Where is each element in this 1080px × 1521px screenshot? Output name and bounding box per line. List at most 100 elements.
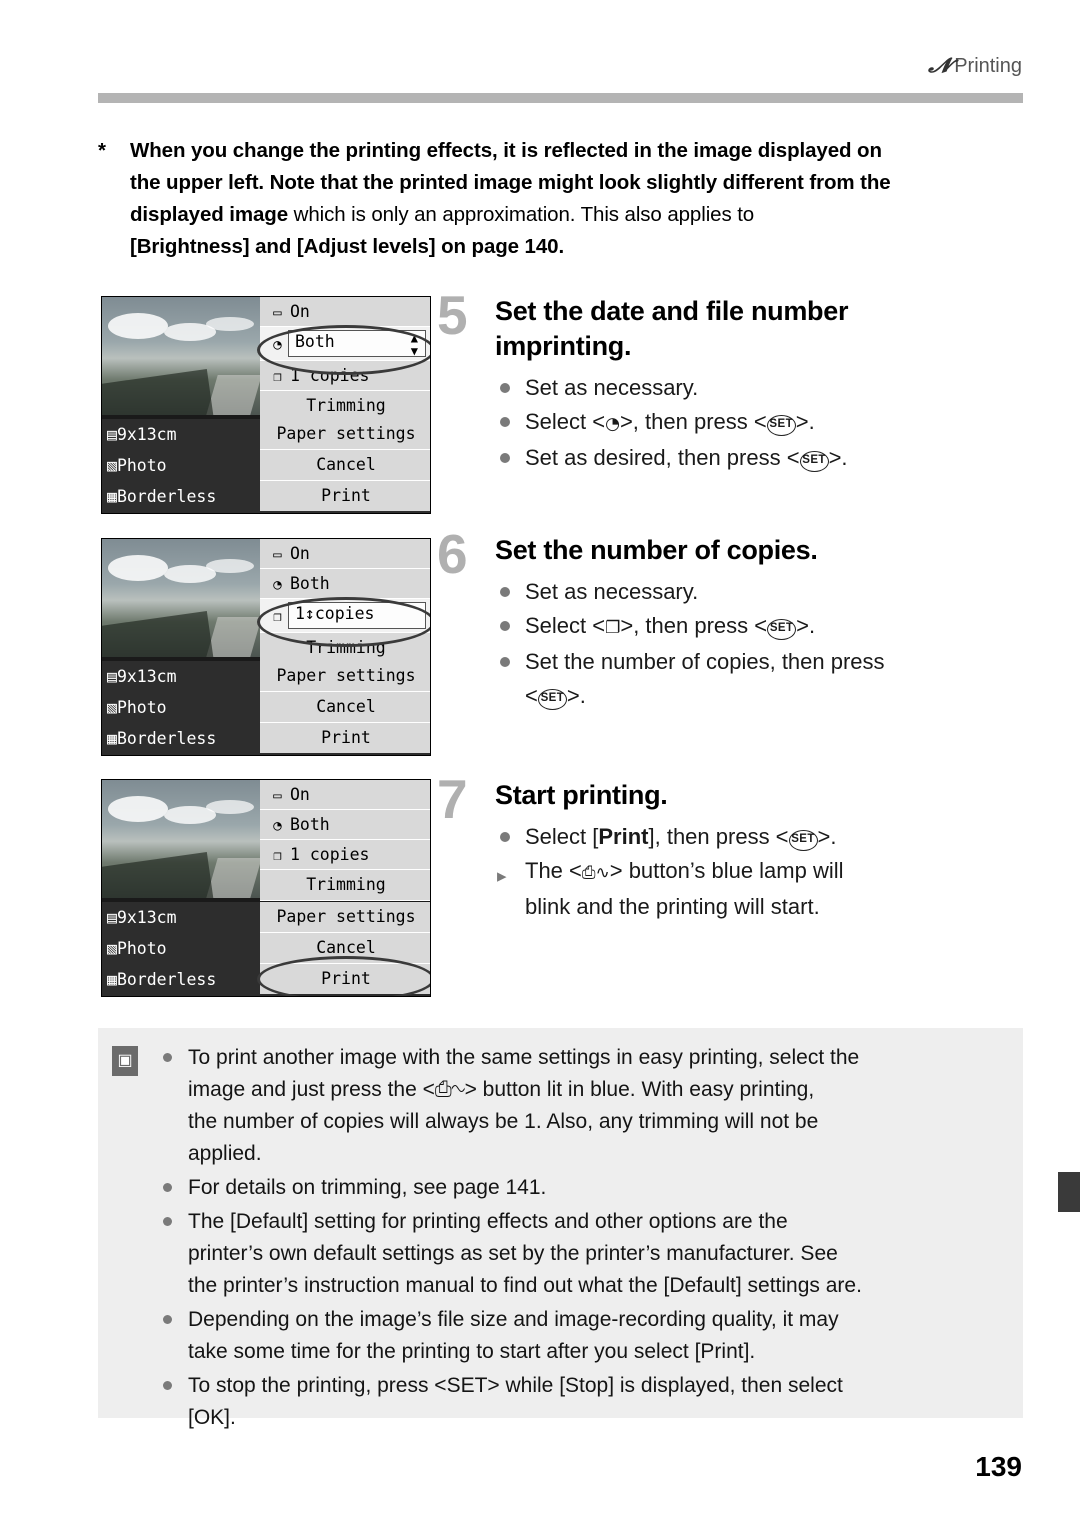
step-7-bullet-2-pre: The <	[525, 858, 582, 883]
copies-row[interactable]: ❐ 1 copies	[260, 840, 430, 870]
screen-top-area: ▭ On ◔ Both ❐ 1↕copies Trimming	[102, 539, 430, 664]
paper-type-icon: ▧	[107, 939, 117, 958]
set-button-icon: SET	[799, 451, 829, 472]
copies-value: 1 copies	[290, 845, 370, 864]
preview-photo	[102, 539, 260, 657]
step-7-title-line-1: Start printing.	[495, 780, 668, 810]
note-item-5-line-1: To stop the printing, press <SET> while …	[188, 1374, 843, 1397]
screen-date-file-number: ▭ On ◔ Both ▲ ▼ ❐ 1 copies Trimming ▤9x13cm…	[101, 296, 431, 514]
bullet-dot-icon	[500, 453, 510, 463]
bullet-dot-icon	[500, 621, 510, 631]
date-value: Both	[295, 332, 335, 351]
note-box: ▣ To print another image with the same s…	[98, 1028, 1023, 1429]
print-button[interactable]: Print	[260, 964, 430, 994]
step-5-number: 5	[437, 284, 468, 346]
step-5-bullet-3-post: >.	[828, 445, 848, 470]
paper-settings-button[interactable]: Paper settings	[260, 419, 430, 450]
page-layout-icon: ▦	[107, 487, 117, 506]
date-file-number-row[interactable]: ◔ Both	[260, 810, 430, 840]
cancel-button[interactable]: Cancel	[260, 450, 430, 481]
step-7-bullet-1-mid: ], then press <	[648, 824, 789, 849]
copies-row[interactable]: ❐ 1 copies	[260, 361, 430, 391]
date-file-number-row[interactable]: ◔ Both	[260, 569, 430, 599]
step-5-bullet-2-mid: >, then press <	[619, 409, 767, 434]
printing-effect-row[interactable]: ▭ On	[260, 297, 430, 327]
effect-value: On	[290, 785, 310, 804]
step-7-title: Start printing.	[495, 778, 1037, 813]
step-5-title-line-2: imprinting.	[495, 331, 632, 361]
bullet-dot-icon	[500, 587, 510, 597]
header-label: Printing	[954, 55, 1022, 77]
photo-road	[206, 617, 260, 657]
paper-size-label: 9x13cm	[116, 908, 177, 927]
photo-road	[206, 858, 260, 898]
print-button[interactable]: Print	[260, 723, 430, 753]
settings-rows: ▭ On ◔ Both ❐ 1 copies Trimming	[260, 780, 430, 901]
note-list: To print another image with the same set…	[160, 1042, 1003, 1436]
copies-row[interactable]: ❐ 1↕copies	[260, 599, 430, 633]
step-6-title: Set the number of copies.	[495, 533, 1037, 568]
intro-line-3-bold: displayed image	[130, 203, 289, 226]
step-7-bullets: Select [Print], then press < SET >. ▸ The …	[495, 821, 1037, 923]
step-6-bullet-3-cont-post: >.	[566, 683, 586, 708]
paper-size-info: ▤9x13cm	[102, 419, 260, 450]
bullet-dot-icon	[500, 832, 510, 842]
intro-line-1: When you change the printing effects, it…	[130, 139, 882, 162]
note-item-3-line-3: the printer’s instruction manual to find…	[188, 1274, 862, 1297]
date-file-number-row[interactable]: ◔ Both ▲ ▼	[260, 327, 430, 361]
step-5: 5 Set the date and file number imprintin…	[437, 288, 1037, 476]
trimming-button[interactable]: Trimming	[260, 633, 430, 664]
intro-asterisk: *	[98, 139, 106, 162]
copies-icon: ❐	[273, 369, 282, 385]
paper-type-info: ▧Photo	[102, 692, 260, 723]
step-6-bullet-1-text: Set as necessary.	[525, 579, 699, 604]
step-6-title-line-1: Set the number of copies.	[495, 535, 818, 565]
step-7-bullet-2-cont-text: blink and the printing will start.	[525, 894, 820, 919]
step-7: 7 Start printing. Select [Print], then p…	[437, 772, 1037, 925]
step-5-bullet-3: Set as desired, then press < SET >.	[495, 442, 1037, 474]
paper-settings-button[interactable]: Paper settings	[260, 902, 430, 933]
step-5-title-line-1: Set the date and file number	[495, 296, 849, 326]
bullet-dot-icon	[500, 417, 510, 427]
copies-icon: ❐	[273, 848, 282, 864]
cancel-button[interactable]: Cancel	[260, 692, 430, 723]
page-layout-info: ▦Borderless	[102, 723, 260, 754]
note-item-5-line-2: [OK].	[188, 1406, 236, 1429]
page-layout-label: Borderless	[116, 487, 217, 506]
paper-settings-button[interactable]: Paper settings	[260, 661, 430, 692]
arrow-right-icon: ▸	[497, 866, 507, 887]
set-button-icon: SET	[767, 619, 797, 640]
note-item-1-line-3: the number of copies will always be 1. A…	[188, 1110, 819, 1133]
print-button[interactable]: Print	[260, 481, 430, 511]
cancel-button[interactable]: Cancel	[260, 933, 430, 964]
bullet-dot-icon	[163, 1217, 172, 1226]
page-layout-info: ▦Borderless	[102, 481, 260, 512]
step-6-bullet-2: Select <❐>, then press < SET >.	[495, 610, 1037, 644]
printing-effect-row[interactable]: ▭ On	[260, 539, 430, 569]
paper-info: ▤9x13cm ▧Photo ▦Borderless	[102, 661, 260, 754]
settings-rows: ▭ On ◔ Both ▲ ▼ ❐ 1 copies Trimming	[260, 297, 430, 422]
trimming-button[interactable]: Trimming	[260, 870, 430, 901]
set-button-icon: SET	[766, 415, 796, 436]
note-item-1-line-2: image and just press the <⎙∿> button lit…	[188, 1078, 815, 1101]
note-icon: ▣	[112, 1046, 138, 1076]
step-7-bullet-1-pre: Select [	[525, 824, 599, 849]
screen-bottom-area: ▤9x13cm ▧Photo ▦Borderless Paper setting…	[102, 902, 430, 996]
note-item-2: For details on trimming, see page 141.	[160, 1172, 1003, 1204]
page-layout-info: ▦Borderless	[102, 964, 260, 995]
bullet-dot-icon	[163, 1053, 172, 1062]
photo-road	[206, 375, 260, 415]
paper-size-info: ▤9x13cm	[102, 902, 260, 933]
step-6-bullet-2-post: >.	[796, 613, 816, 638]
step-5-bullet-3-pre: Set as desired, then press <	[525, 445, 800, 470]
effect-icon: ▭	[273, 547, 282, 563]
step-6-bullet-3: Set the number of copies, then press	[495, 646, 1037, 678]
header-divider	[98, 93, 1023, 103]
note-item-3-line-2: printer’s own default settings as set by…	[188, 1242, 838, 1265]
step-6-bullet-1: Set as necessary.	[495, 576, 1037, 608]
printing-effect-row[interactable]: ▭ On	[260, 780, 430, 810]
paper-type-label: Photo	[116, 456, 167, 475]
bullet-dot-icon	[163, 1315, 172, 1324]
step-5-title: Set the date and file number imprinting.	[495, 294, 1037, 364]
trimming-button[interactable]: Trimming	[260, 391, 430, 422]
